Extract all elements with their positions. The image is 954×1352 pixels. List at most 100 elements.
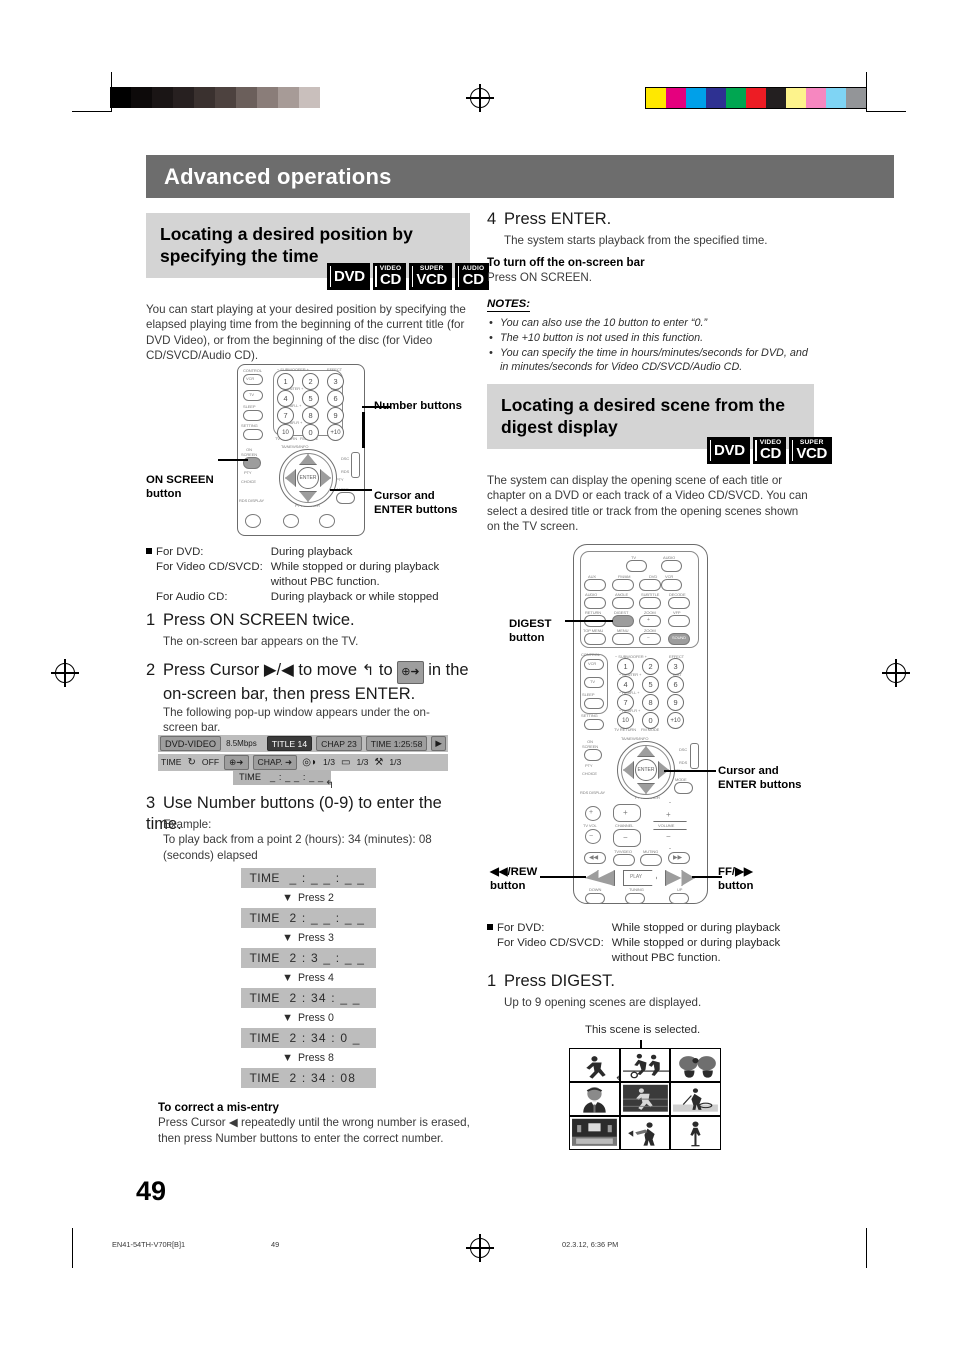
button-digest[interactable] — [612, 615, 634, 627]
number-button-8[interactable]: 8 — [302, 407, 319, 424]
button-sleep-right[interactable] — [584, 698, 604, 709]
number-button-6[interactable]: 6 — [667, 676, 684, 693]
button-dsc-rds-switch[interactable] — [351, 452, 360, 478]
button-dvd[interactable] — [639, 579, 661, 591]
digest-scene-news-anchor[interactable] — [570, 1082, 619, 1116]
disc-badge-dvd: DVD — [327, 263, 370, 290]
button-sleep[interactable] — [243, 410, 263, 421]
button-subtitle[interactable] — [639, 597, 661, 609]
label-setting: SETTING — [241, 423, 258, 428]
button-dsc-rds-switch-right[interactable] — [690, 743, 699, 769]
button-aux[interactable] — [584, 579, 606, 591]
button-bottom-mid[interactable] — [625, 893, 645, 904]
button-audio-fn[interactable] — [584, 597, 606, 609]
callout-cursor-enter-right: Cursor and ENTER buttons — [718, 765, 802, 792]
leader-cursor-enter-right-h — [664, 770, 716, 772]
number-button-plus10[interactable]: +10 — [667, 712, 684, 729]
time-box-label: TIME — [249, 951, 280, 965]
button-angle[interactable] — [612, 597, 634, 609]
label-choice: CHOICE — [241, 479, 256, 484]
number-button-4[interactable]: 4 — [617, 676, 634, 693]
number-button-5[interactable]: 5 — [302, 390, 319, 407]
press-instruction: ▼ Press 3 — [146, 928, 470, 948]
number-button-4[interactable]: 4 — [277, 390, 294, 407]
digest-display-grid[interactable]: ↰ — [569, 1048, 721, 1150]
onscreen-play-icon: ▶ — [431, 736, 446, 751]
number-button-7[interactable]: 7 — [617, 694, 634, 711]
time-box-label: TIME — [249, 1031, 280, 1045]
number-button-3[interactable]: 3 — [667, 658, 684, 675]
number-button-9[interactable]: 9 — [327, 407, 344, 424]
number-button-1[interactable]: 1 — [617, 658, 634, 675]
crop-mark-bottom-right-v — [866, 1228, 868, 1268]
button-zoom-minus[interactable] — [639, 633, 661, 645]
cal-swatch-0 — [646, 88, 666, 108]
label-channel: CHANNEL — [615, 823, 634, 828]
button-on-screen-right[interactable] — [584, 749, 602, 761]
badge-main-label: DVD — [334, 267, 365, 285]
number-button-5[interactable]: 5 — [642, 676, 659, 693]
number-button-10[interactable]: 10 — [277, 424, 294, 441]
digest-scene-baseball-pitcher[interactable]: ↰ — [570, 1049, 619, 1082]
button-tv-vol-up[interactable] — [585, 806, 601, 821]
number-button-9[interactable]: 9 — [667, 694, 684, 711]
button-mode-right[interactable] — [674, 782, 693, 794]
popup-time-label: TIME — [239, 772, 261, 782]
step-digest-1-text: Press DIGEST. — [504, 972, 615, 990]
number-button-3[interactable]: 3 — [327, 373, 344, 390]
button-mode[interactable] — [336, 492, 355, 504]
button-tv-vol-down[interactable] — [585, 829, 601, 844]
digest-scene-climbing-wall[interactable] — [620, 1082, 670, 1116]
button-fm-am[interactable] — [612, 579, 634, 591]
enter-button[interactable]: ENTER — [297, 467, 319, 489]
press-label: Press 4 — [297, 972, 334, 984]
glyph-tv-vol-down: − — [589, 833, 593, 840]
label-vcr-control: VCR — [588, 661, 597, 666]
label-zoom-minus-glyph: − — [647, 635, 650, 641]
button-bottom-right[interactable] — [669, 893, 689, 904]
number-button-plus10[interactable]: +10 — [327, 424, 344, 441]
number-button-10[interactable]: 10 — [617, 712, 634, 729]
time-search-icon: ⊕➜ — [397, 661, 424, 684]
time-display-box: TIME 2 : _ _ : _ _ — [240, 908, 376, 928]
cal-swatch-2 — [152, 87, 173, 108]
button-vcr-power[interactable] — [661, 579, 682, 591]
number-button-7[interactable]: 7 — [277, 407, 294, 424]
button-decode[interactable] — [668, 597, 690, 609]
button-audio-power[interactable] — [661, 560, 682, 572]
button-vfp[interactable] — [668, 615, 690, 627]
digest-scene-soccer-players[interactable] — [620, 1049, 670, 1082]
button-lower-mid[interactable] — [283, 514, 299, 528]
digest-scene-sumo-wrestlers[interactable] — [671, 1049, 720, 1082]
number-button-6[interactable]: 6 — [327, 390, 344, 407]
number-button-2[interactable]: 2 — [642, 658, 659, 675]
button-zoom-plus[interactable] — [639, 615, 661, 627]
cal-swatch-0 — [110, 87, 131, 108]
number-button-8[interactable]: 8 — [642, 694, 659, 711]
popup-time-value: _ : _ _ : _ _ — [269, 772, 324, 782]
time-box-value: 2 : 34 : _ _ — [289, 991, 361, 1005]
step-2-text-d: on-screen bar, then press ENTER. — [163, 685, 416, 703]
button-setting[interactable] — [243, 429, 263, 440]
button-tv-power[interactable] — [626, 560, 647, 572]
button-lower-left[interactable] — [245, 514, 261, 528]
digest-scene-golfer[interactable] — [671, 1082, 720, 1116]
number-button-0[interactable]: 0 — [302, 424, 319, 441]
digest-scene-tv-studio[interactable] — [570, 1116, 619, 1149]
button-lower-right[interactable] — [319, 514, 335, 528]
number-button-0[interactable]: 0 — [642, 712, 659, 729]
button-setting-right[interactable] — [584, 719, 604, 730]
button-muting[interactable] — [640, 854, 662, 866]
button-bottom-left[interactable] — [585, 893, 605, 904]
button-tv-video[interactable] — [613, 854, 635, 866]
number-button-1[interactable]: 1 — [277, 373, 294, 390]
button-menu[interactable] — [612, 633, 634, 645]
onscreen-time-label: TIME — [161, 757, 182, 767]
number-button-2[interactable]: 2 — [302, 373, 319, 390]
digest-scene-trumpet-player[interactable] — [620, 1116, 670, 1149]
badge-main-label: CD — [380, 271, 402, 288]
digest-scene-standing-person[interactable] — [671, 1116, 720, 1149]
crop-mark-top-right-h — [866, 111, 906, 113]
button-top-menu[interactable] — [584, 633, 606, 645]
enter-button-right[interactable]: ENTER — [635, 759, 657, 781]
